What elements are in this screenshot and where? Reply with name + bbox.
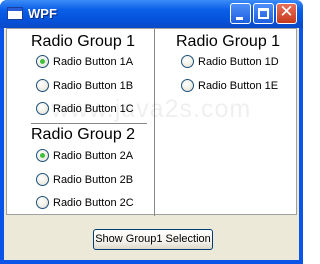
radio-circle[interactable] (36, 55, 49, 68)
show-group1-selection-button[interactable]: Show Group1 Selection (93, 229, 213, 250)
maximize-icon (258, 8, 269, 19)
horizontal-divider (31, 123, 147, 124)
radio-label: Radio Button 1D (198, 56, 279, 68)
title-bar[interactable]: WPF ✕ (0, 0, 303, 28)
radio-circle[interactable] (36, 149, 49, 162)
radio-label: Radio Button 2B (53, 174, 134, 186)
radio-circle[interactable] (36, 79, 49, 92)
radio-circle[interactable] (36, 173, 49, 186)
radio-circle[interactable] (36, 102, 49, 115)
maximize-button[interactable] (253, 3, 274, 24)
close-icon: ✕ (279, 2, 294, 22)
minimize-button[interactable] (230, 3, 251, 24)
minimize-icon (236, 17, 243, 20)
radio-label: Radio Button 1B (53, 80, 134, 92)
client-area: Radio Group 1 Radio Button 1A Radio Butt… (4, 28, 299, 260)
radio-label: Radio Button 1E (198, 80, 279, 92)
close-button[interactable]: ✕ (276, 3, 297, 24)
left-group2-title: Radio Group 2 (31, 126, 136, 143)
window: WPF ✕ Radio Group 1 Radio Button 1A Radi… (0, 0, 303, 264)
radio-circle[interactable] (181, 79, 194, 92)
radio-label: Radio Button 1C (53, 103, 134, 115)
radio-label: Radio Button 2A (53, 150, 134, 162)
radio-circle[interactable] (181, 55, 194, 68)
radio-panel: Radio Group 1 Radio Button 1A Radio Butt… (6, 28, 297, 216)
window-title: WPF (28, 6, 57, 21)
window-icon (7, 7, 23, 20)
right-group1-title: Radio Group 1 (176, 33, 281, 50)
left-group1-title: Radio Group 1 (31, 33, 136, 50)
radio-label: Radio Button 2C (53, 197, 134, 209)
radio-circle[interactable] (36, 196, 49, 209)
radio-label: Radio Button 1A (53, 56, 134, 68)
vertical-divider (154, 29, 155, 216)
